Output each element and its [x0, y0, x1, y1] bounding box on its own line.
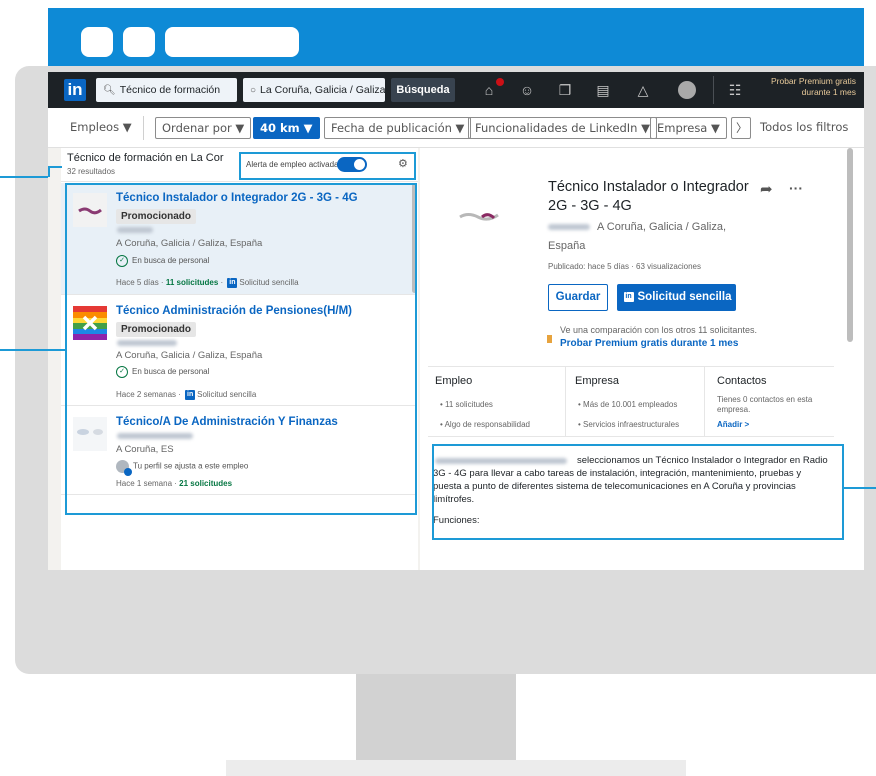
monitor-stand: [356, 674, 516, 760]
callout-line: [844, 487, 876, 489]
location-search-value: La Coruña, Galicia / Galiza,: [260, 84, 385, 96]
more-options-icon[interactable]: ···: [789, 180, 803, 196]
browser-button[interactable]: [81, 27, 113, 57]
compare-text: Ve una comparación con los otros 11 soli…: [560, 325, 757, 335]
linkedin-mini-icon: in: [623, 291, 634, 302]
linkedin-logo[interactable]: in: [64, 79, 86, 101]
job-location-country: España: [548, 240, 586, 252]
filter-divider: [143, 116, 144, 140]
monitor-base: [226, 760, 686, 776]
easy-apply-label: Solicitud sencilla: [637, 291, 732, 303]
share-icon[interactable]: ➦: [760, 180, 773, 198]
divider: [565, 366, 566, 436]
home-icon[interactable]: ⌂: [480, 81, 498, 99]
keyword-search-input[interactable]: 🔍︎ Técnico de formación: [96, 78, 237, 102]
company-filter[interactable]: Empresa ▼: [650, 117, 727, 139]
contacts-heading: Contactos: [717, 375, 767, 387]
divider: [428, 366, 834, 367]
chevron-right-icon[interactable]: 〉: [731, 117, 751, 139]
contacts-text: Tienes 0 contactos en esta empresa.: [717, 395, 813, 414]
callout-line: [48, 166, 62, 168]
premium-icon: [547, 335, 552, 343]
company-insight-item: • Más de 10.001 empleados: [578, 400, 678, 409]
job-location: A Coruña, Galicia / Galiza,: [597, 221, 727, 233]
notifications-icon[interactable]: △: [634, 81, 652, 99]
add-contacts-link[interactable]: Añadir >: [717, 420, 749, 429]
save-button[interactable]: Guardar: [548, 284, 608, 311]
all-filters-button[interactable]: Todos los filtros: [754, 117, 854, 139]
messaging-icon[interactable]: ▤: [594, 81, 612, 99]
job-insight-item: • 11 solicitudes: [440, 400, 493, 409]
job-meta: Publicado: hace 5 días · 63 visualizacio…: [548, 262, 701, 271]
date-filter[interactable]: Fecha de publicación ▼: [324, 117, 472, 139]
keyword-search-value: Técnico de formación: [119, 84, 221, 96]
browser-bar: [48, 8, 864, 72]
results-count: 32 resultados: [67, 167, 116, 176]
search-button[interactable]: Búsqueda: [391, 78, 455, 102]
company-insight-item: • Servicios infraestructurales: [578, 420, 680, 429]
location-pin-icon: ○: [250, 85, 257, 96]
company-logo: [456, 208, 526, 229]
nav-divider: [713, 76, 714, 104]
blurred-company-name: [548, 224, 590, 230]
job-insights-heading: Empleo: [435, 375, 473, 387]
job-alert-highlight: [239, 152, 416, 180]
premium-trial-link[interactable]: Probar Premium gratis durante 1 mes: [560, 338, 738, 349]
notification-badge: [496, 78, 504, 86]
results-title: Técnico de formación en La Cor: [67, 152, 224, 164]
premium-link[interactable]: Probar Premium gratis durante 1 mes: [756, 76, 856, 98]
callout-line: [48, 166, 50, 177]
top-nav: in 🔍︎ Técnico de formación ○ La Coruña, Ga…: [48, 72, 864, 108]
illustration-stage: in 🔍︎ Técnico de formación ○ La Coruña, Ga…: [0, 0, 876, 776]
filter-bar: Empleos ▼ Ordenar por ▼ 40 km ▼ Fecha de…: [48, 108, 864, 148]
callout-line: [0, 349, 66, 351]
sort-filter[interactable]: Ordenar por ▼: [155, 117, 252, 139]
jobs-icon[interactable]: ❐: [556, 81, 574, 99]
callout-line: [0, 176, 48, 178]
detail-scrollbar[interactable]: [847, 148, 853, 342]
divider: [428, 436, 834, 437]
browser-button[interactable]: [123, 27, 155, 57]
easy-apply-button[interactable]: in Solicitud sencilla: [617, 284, 736, 311]
apps-grid-icon[interactable]: ☷: [726, 81, 744, 99]
distance-filter[interactable]: 40 km ▼: [253, 117, 320, 139]
job-title: Técnico Instalador o Integrador 2G - 3G …: [548, 179, 749, 214]
job-insight-item: • Algo de responsabilidad: [440, 420, 530, 429]
browser-address-bar[interactable]: [165, 27, 299, 57]
jobs-filter[interactable]: Empleos ▼: [64, 117, 138, 139]
job-list-highlight: [65, 183, 417, 515]
network-icon[interactable]: ☺: [518, 81, 536, 99]
job-description-highlight: [432, 444, 844, 540]
location-search-input[interactable]: ○ La Coruña, Galicia / Galiza,: [243, 78, 385, 102]
avatar[interactable]: [678, 81, 696, 99]
company-insights-heading: Empresa: [575, 375, 620, 387]
search-icon: 🔍︎: [103, 85, 116, 96]
features-filter[interactable]: Funcionalidades de LinkedIn ▼: [468, 117, 657, 139]
divider: [704, 366, 705, 436]
